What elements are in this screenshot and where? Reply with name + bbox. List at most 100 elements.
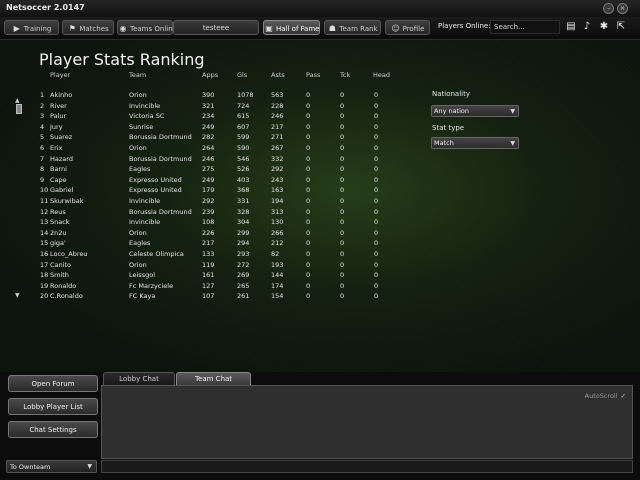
table-row[interactable]: 16 Loco_Abreu Celeste Olimpica 133 293 82 0 0 0 [36, 250, 396, 260]
checkmark-icon: ✓ [620, 392, 626, 400]
table-row[interactable]: 19 Ronaldo Fc Marzyciele 127 265 174 0 0 0 [36, 282, 396, 292]
table-row[interactable]: 14 2n2u Orion 226 299 266 0 0 0 [36, 229, 396, 239]
cell-asts: 246 [271, 112, 284, 121]
cell-player: Ronaldo [50, 281, 77, 290]
cell-gls: 328 [237, 207, 250, 216]
cell-gls: 599 [237, 133, 250, 142]
cell-pass: 0 [306, 250, 311, 258]
column-header-head[interactable]: Head [373, 71, 390, 79]
cell-team: Victoria SC [129, 112, 165, 121]
cell-player: Canito [50, 260, 71, 269]
table-row[interactable]: 6 Erix Orion 264 590 267 0 0 0 [36, 144, 396, 154]
tab-lobby-chat[interactable]: Lobby Chat [103, 372, 175, 385]
cell-rank: 15 [40, 239, 49, 248]
lobby-player-list-button[interactable]: Lobby Player List [8, 398, 98, 415]
teams-online-button[interactable]: ◉ Teams Online [117, 20, 177, 35]
cell-head: 0 [374, 228, 379, 237]
cell-asts: 82 [271, 250, 280, 258]
team-rank-button[interactable]: ☗ Team Rank [324, 20, 381, 35]
teams-online-icon: ◉ [119, 24, 127, 33]
cell-pass: 0 [306, 271, 311, 280]
cell-tck: 0 [340, 207, 345, 216]
scroll-down-icon[interactable]: ▼ [15, 292, 20, 299]
search-input[interactable] [490, 20, 560, 34]
cell-gls: 261 [237, 292, 250, 301]
close-icon[interactable]: × [617, 3, 628, 14]
settings-icon[interactable]: ✱ [597, 20, 611, 34]
cell-rank: 16 [40, 250, 49, 258]
cell-tck: 0 [340, 281, 345, 290]
chat-input[interactable] [101, 460, 633, 473]
cell-asts: 193 [271, 260, 284, 269]
cell-asts: 194 [271, 197, 284, 205]
column-header-apps[interactable]: Apps [202, 71, 218, 79]
chat-settings-button[interactable]: Chat Settings [8, 421, 98, 438]
cell-gls: 331 [237, 197, 250, 205]
matches-button[interactable]: ⚑ Matches [62, 20, 114, 35]
table-row[interactable]: 4 Jury Sunrise 249 607 217 0 0 0 [36, 123, 396, 133]
column-header-player[interactable]: Player [50, 71, 70, 79]
cell-pass: 0 [306, 165, 311, 174]
scroll-up-icon[interactable]: ▲ [15, 97, 20, 104]
stat-type-select[interactable]: Match ▼ [431, 137, 519, 149]
table-row[interactable]: 10 Gabriel Expresso United 179 368 163 0 0 0 [36, 186, 396, 196]
chat-icon[interactable]: ▤ [564, 20, 578, 34]
cell-tck: 0 [340, 292, 345, 301]
cell-tck: 0 [340, 144, 345, 152]
chat-target-select[interactable]: To Ownteam ▼ [6, 460, 97, 473]
cell-team: FC Kaya [129, 292, 156, 301]
username-field[interactable]: testeee [173, 20, 259, 35]
cell-pass: 0 [306, 133, 311, 142]
training-button[interactable]: ▶ Training [4, 20, 59, 35]
minimize-icon[interactable]: – [603, 3, 614, 14]
hall-of-fame-button[interactable]: ▣ Hall of Fame [263, 20, 320, 35]
scrollbar-thumb[interactable] [16, 104, 22, 114]
cell-head: 0 [374, 207, 379, 216]
autoscroll-toggle[interactable]: AutoScroll ✓ [585, 392, 626, 400]
cell-rank: 12 [40, 207, 49, 216]
cell-team: Expresso United [129, 186, 182, 195]
cell-rank: 18 [40, 271, 49, 280]
cell-player: Gabriel [50, 186, 74, 195]
cell-pass: 0 [306, 186, 311, 195]
table-row[interactable]: 11 Skurwibak Invincible 292 331 194 0 0 0 [36, 197, 396, 207]
table-row[interactable]: 17 Canito Orion 119 272 193 0 0 0 [36, 261, 396, 271]
cell-asts: 130 [271, 218, 284, 227]
column-header-pass[interactable]: Pass [306, 71, 320, 79]
cell-player: C.Ronaldo [50, 292, 83, 301]
table-row[interactable]: 5 Suarez Borussia Dortmund 282 599 271 0 0 0 [36, 133, 396, 143]
cell-team: Borussia Dortmund [129, 207, 192, 216]
cell-player: Cape [50, 175, 67, 184]
column-header-gls[interactable]: Gls [237, 71, 247, 79]
chevron-down-icon: ▼ [510, 140, 515, 147]
tab-team-chat[interactable]: Team Chat [176, 372, 251, 385]
open-forum-button[interactable]: Open Forum [8, 375, 98, 392]
cell-head: 0 [374, 239, 379, 248]
column-header-asts[interactable]: Asts [271, 71, 285, 79]
table-row[interactable]: 15 giga' Eagles 217 294 212 0 0 0 [36, 239, 396, 249]
cell-player: Smith [50, 271, 69, 280]
exit-icon[interactable]: ⇱ [614, 20, 628, 34]
cell-pass: 0 [306, 197, 311, 205]
chat-messages-area[interactable]: AutoScroll ✓ [101, 385, 633, 459]
team-rank-icon: ☗ [328, 24, 336, 33]
table-row[interactable]: 3 Palur Victoria SC 234 615 246 0 0 0 [36, 112, 396, 122]
table-row[interactable]: 9 Cape Expresso United 249 403 243 0 0 0 [36, 176, 396, 186]
stat-type-value: Match [434, 139, 454, 147]
training-icon: ▶ [13, 24, 20, 33]
profile-button[interactable]: ☺ Profile [385, 20, 430, 35]
table-row[interactable]: 20 C.Ronaldo FC Kaya 107 261 154 0 0 0 [36, 292, 396, 302]
cell-head: 0 [374, 271, 379, 280]
table-row[interactable]: 12 Reus Borussia Dortmund 239 328 313 0 0 0 [36, 208, 396, 218]
table-row[interactable]: 13 Snack Invincible 108 304 130 0 0 0 [36, 218, 396, 228]
column-header-team[interactable]: Team [129, 71, 146, 79]
notification-icon[interactable]: ♪ [580, 20, 594, 34]
table-row[interactable]: 2 River Invincible 321 724 228 0 0 0 [36, 102, 396, 112]
column-header-tck[interactable]: Tck [340, 71, 350, 79]
table-row[interactable]: 1 Akinho Orion 390 1078 563 0 0 0 [36, 91, 396, 101]
cell-pass: 0 [306, 292, 311, 301]
table-row[interactable]: 7 Hazard Borussia Dortmund 246 546 332 0 0 0 [36, 155, 396, 165]
table-row[interactable]: 18 Smith Leissgol 161 269 144 0 0 0 [36, 271, 396, 281]
table-row[interactable]: 8 Barni Eagles 275 526 292 0 0 0 [36, 165, 396, 175]
nationality-select[interactable]: Any nation ▼ [431, 105, 519, 117]
